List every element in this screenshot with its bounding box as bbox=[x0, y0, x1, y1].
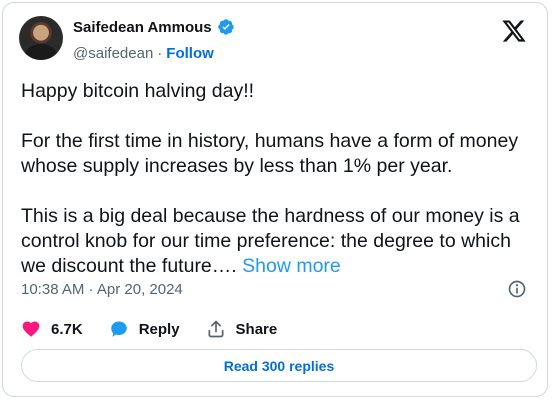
share-button[interactable]: Share bbox=[206, 319, 278, 339]
follow-button[interactable]: Follow bbox=[166, 45, 214, 62]
read-replies-label: Read 300 replies bbox=[223, 357, 335, 374]
tweet-text: Happy bitcoin halving day!! For the firs… bbox=[21, 79, 537, 279]
x-logo-icon[interactable] bbox=[501, 18, 527, 44]
show-more-link[interactable]: Show more bbox=[242, 255, 341, 277]
tweet-paragraph-3: This is a big deal because the hardness … bbox=[21, 204, 537, 279]
read-replies-button[interactable]: Read 300 replies bbox=[21, 349, 537, 382]
like-count: 6.7K bbox=[51, 320, 83, 338]
author-name[interactable]: Saifedean Ammous bbox=[73, 19, 212, 36]
reply-bubble-icon bbox=[110, 321, 127, 337]
author-name-row: Saifedean Ammous bbox=[73, 18, 235, 36]
author-handle[interactable]: @saifedean bbox=[73, 45, 153, 62]
action-bar: 6.7K Reply Share bbox=[21, 319, 303, 339]
heart-icon bbox=[22, 321, 40, 337]
tweet-timestamp[interactable]: 10:38 AM · Apr 20, 2024 bbox=[21, 281, 183, 298]
share-label: Share bbox=[235, 320, 278, 338]
info-icon[interactable] bbox=[507, 279, 527, 299]
author-handle-row: @saifedean · Follow bbox=[73, 45, 214, 62]
like-button[interactable]: 6.7K bbox=[21, 319, 83, 339]
tweet-card: Saifedean Ammous @saifedean · Follow Hap… bbox=[2, 2, 548, 397]
tweet-paragraph-1: Happy bitcoin halving day!! bbox=[21, 80, 255, 102]
avatar[interactable] bbox=[19, 16, 63, 60]
share-icon bbox=[208, 320, 224, 338]
verified-badge-icon bbox=[217, 19, 234, 35]
reply-label: Reply bbox=[138, 320, 180, 338]
reply-button[interactable]: Reply bbox=[109, 319, 180, 339]
tweet-paragraph-2: For the first time in history, humans ha… bbox=[21, 130, 519, 177]
separator-dot: · bbox=[157, 45, 163, 62]
